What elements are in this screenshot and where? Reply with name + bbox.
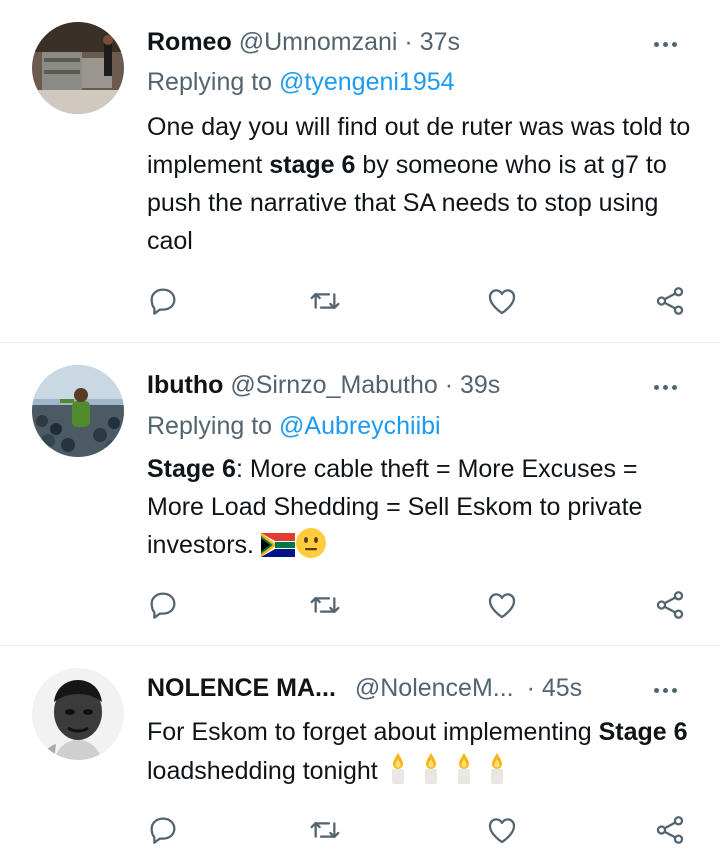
candle-icon: [451, 751, 477, 796]
retweet-icon[interactable]: [305, 810, 345, 850]
tweet-text-part: For Eskom to forget about implementing: [147, 718, 599, 746]
neutral-face-emoji-icon: [295, 527, 327, 570]
tweet-header: Ibutho @Sirnzo_Mabutho · 39s: [147, 369, 680, 401]
share-icon[interactable]: [650, 585, 690, 625]
avatar[interactable]: [32, 365, 124, 457]
like-icon[interactable]: [482, 281, 522, 321]
more-icon[interactable]: [654, 377, 684, 397]
display-name[interactable]: Ibutho: [147, 371, 223, 399]
more-icon[interactable]: [654, 680, 684, 700]
candle-icon: [418, 751, 444, 796]
tweet-text-part: loadshedding tonight: [147, 757, 385, 785]
like-icon[interactable]: [482, 585, 522, 625]
share-icon[interactable]: [650, 281, 690, 321]
tweet-header: NOLENCE MA... @NolenceM... · 45s: [147, 672, 680, 704]
separator-dot: ·: [526, 674, 535, 702]
display-name[interactable]: NOLENCE MA...: [147, 674, 336, 702]
tweet-1[interactable]: Romeo @Umnomzani · 37s Replying to @tyen…: [0, 0, 720, 342]
avatar[interactable]: [32, 668, 124, 760]
separator-dot: ·: [444, 371, 454, 399]
action-bar: [0, 281, 720, 321]
action-bar: [0, 810, 720, 850]
retweet-icon[interactable]: [305, 281, 345, 321]
reply-icon[interactable]: [143, 281, 183, 321]
user-handle[interactable]: @NolenceM...: [355, 674, 514, 702]
timestamp[interactable]: 37s: [420, 28, 460, 56]
tweet-header: Romeo @Umnomzani · 37s: [147, 26, 680, 58]
user-handle[interactable]: @Sirnzo_Mabutho: [230, 371, 437, 399]
tweet-3[interactable]: NOLENCE MA... @NolenceM... · 45s For Esk…: [0, 646, 720, 844]
share-icon[interactable]: [650, 810, 690, 850]
user-handle[interactable]: @Umnomzani: [239, 28, 398, 56]
separator-dot: ·: [404, 28, 413, 56]
replying-prefix: Replying to: [147, 68, 273, 96]
like-icon[interactable]: [482, 810, 522, 850]
display-name[interactable]: Romeo: [147, 28, 232, 56]
tweet-text-bold: stage 6: [269, 151, 356, 179]
timestamp[interactable]: 39s: [460, 371, 500, 399]
replying-to: Replying to @tyengeni1954: [147, 66, 455, 98]
reply-icon[interactable]: [143, 810, 183, 850]
more-icon[interactable]: [654, 34, 684, 54]
tweet-text: Stage 6: More cable theft = More Excuses…: [147, 450, 692, 570]
retweet-icon[interactable]: [305, 585, 345, 625]
reply-mention-link[interactable]: @tyengeni1954: [279, 68, 455, 96]
reply-icon[interactable]: [143, 585, 183, 625]
replying-to: Replying to @Aubreychiibi: [147, 410, 441, 442]
south-africa-flag-icon: [260, 530, 295, 568]
tweet-text: For Eskom to forget about implementing S…: [147, 713, 692, 796]
candle-icon: [484, 751, 510, 796]
action-bar: [0, 585, 720, 625]
reply-mention-link[interactable]: @Aubreychiibi: [279, 412, 441, 440]
avatar[interactable]: [32, 22, 124, 114]
candle-icon: [385, 751, 411, 796]
tweet-text: One day you will find out de ruter was w…: [147, 108, 692, 260]
tweet-text-bold: Stage 6: [598, 718, 688, 746]
tweet-text-bold: Stage 6: [147, 455, 236, 483]
tweet-2[interactable]: Ibutho @Sirnzo_Mabutho · 39s Replying to…: [0, 343, 720, 645]
replying-prefix: Replying to: [147, 412, 273, 440]
timestamp[interactable]: 45s: [542, 674, 582, 702]
